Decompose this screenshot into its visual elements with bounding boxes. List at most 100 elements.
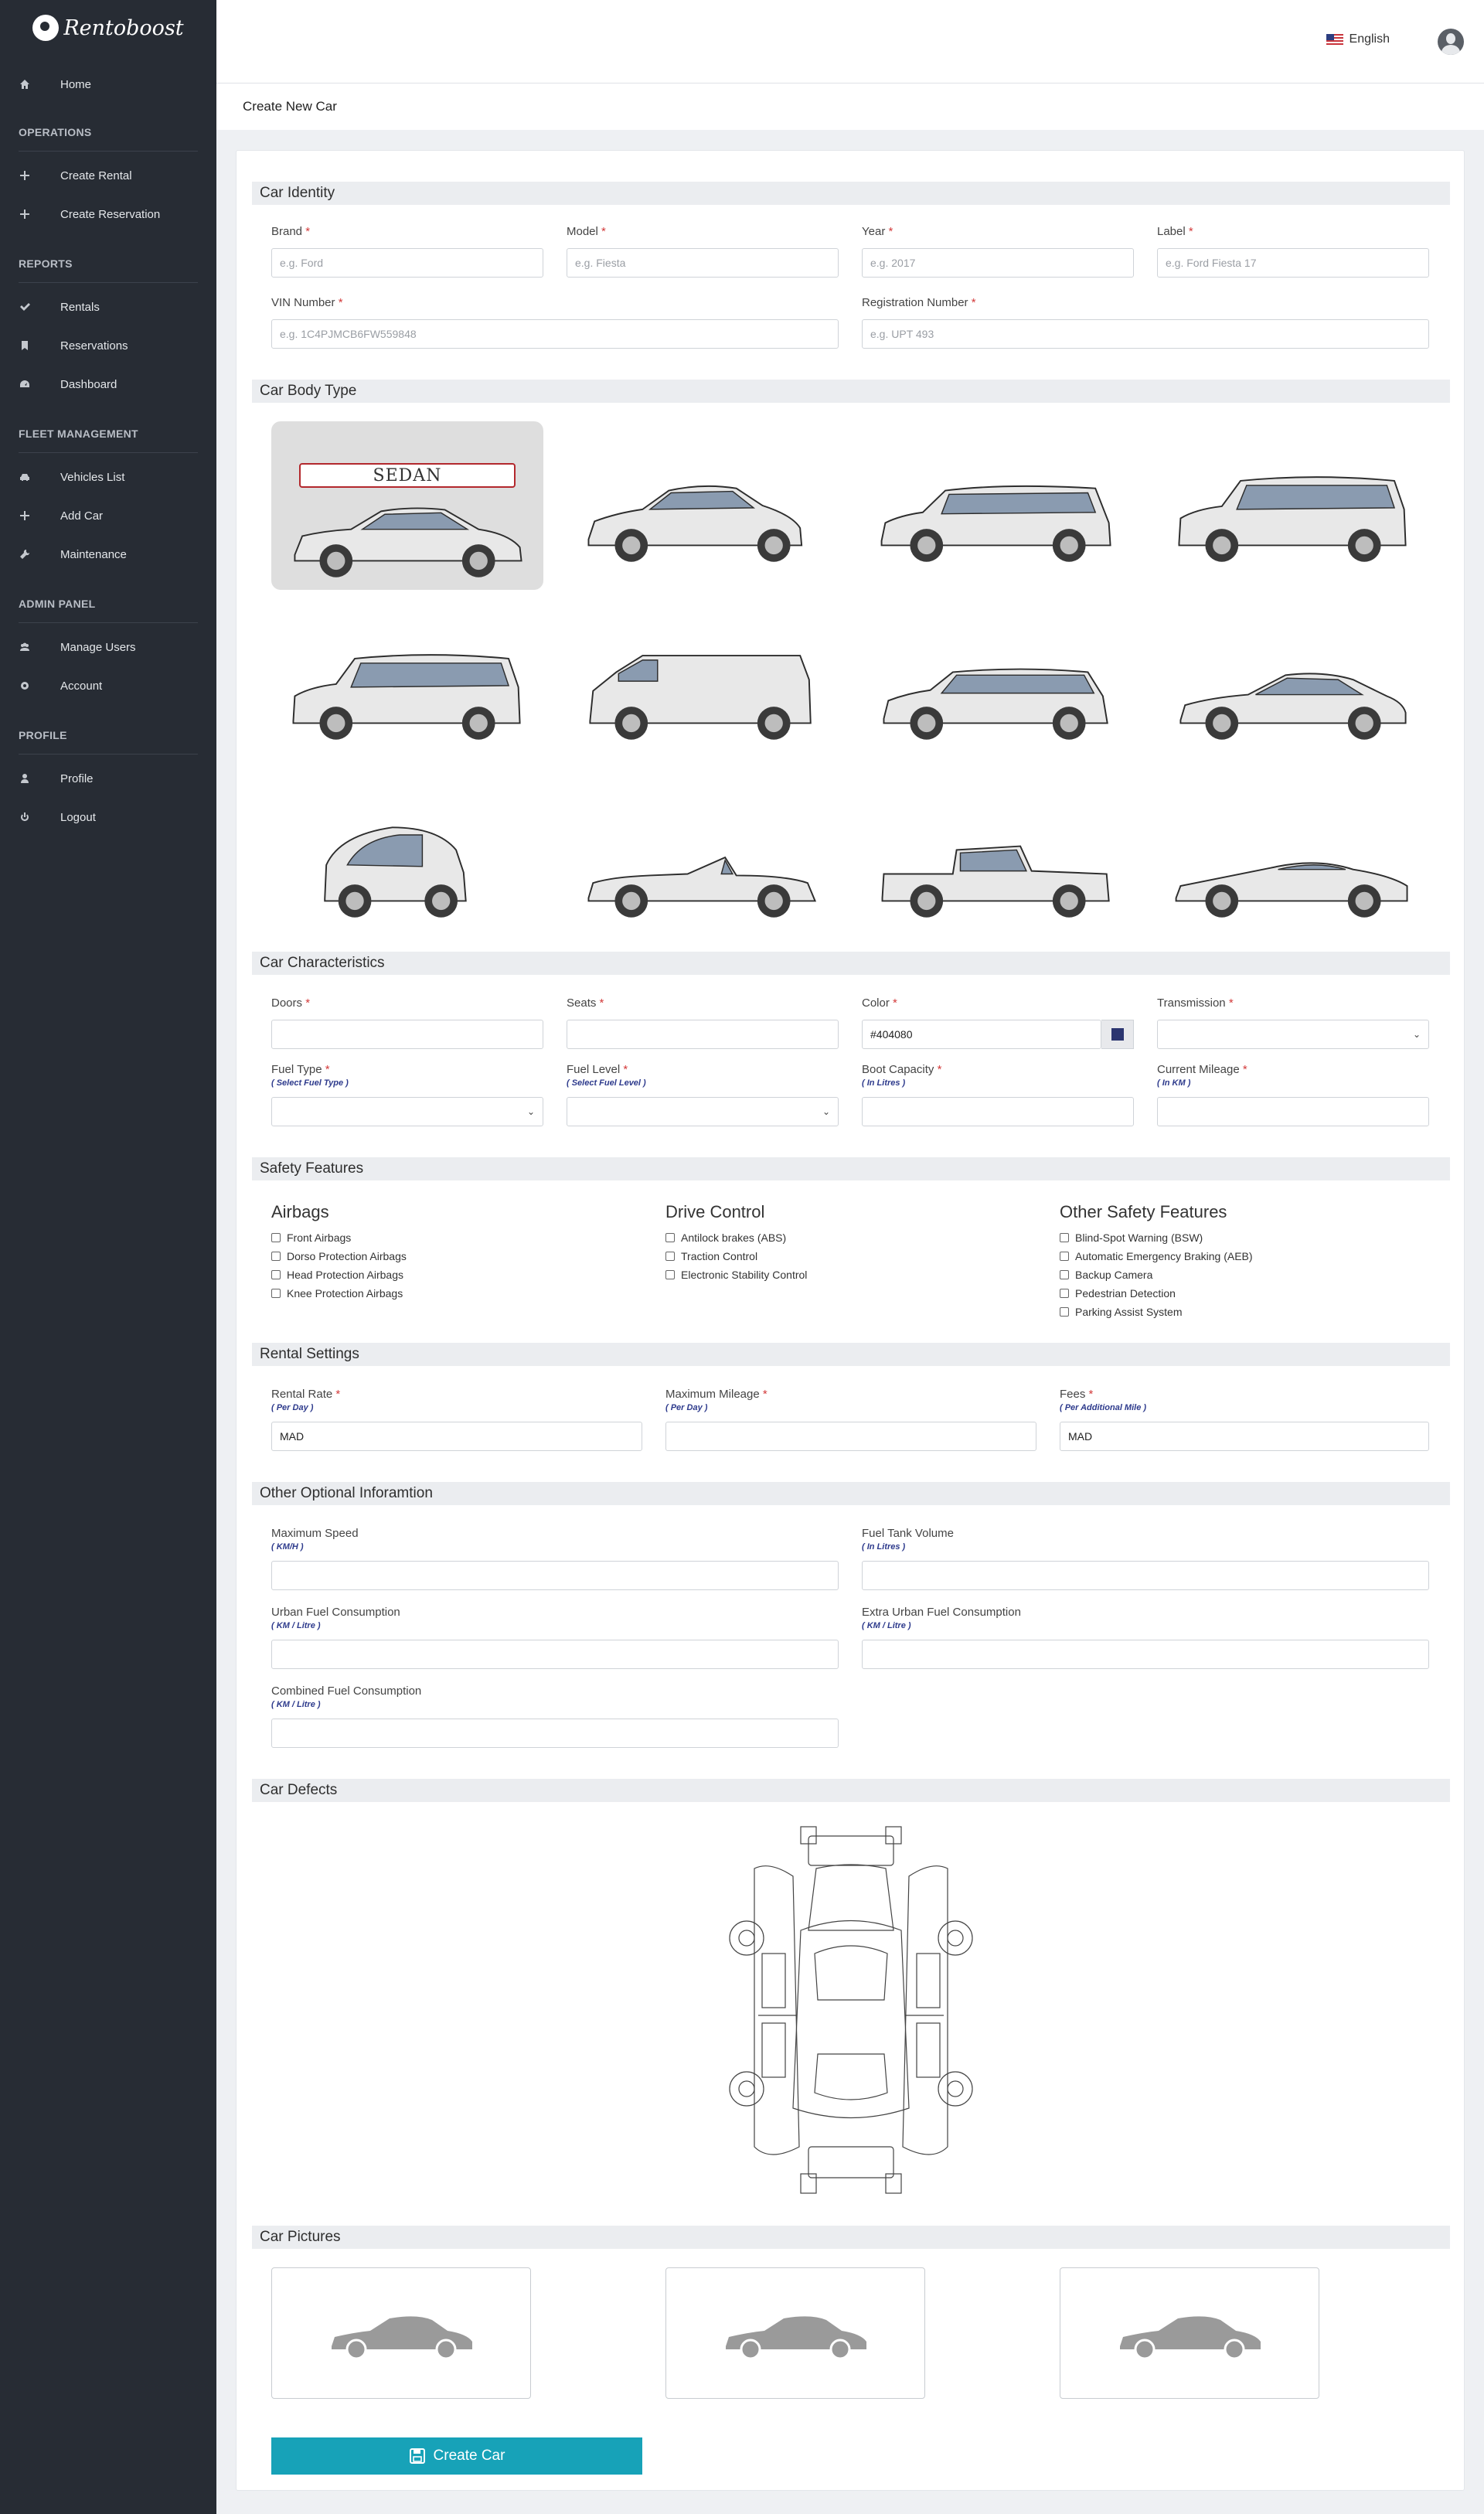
checkbox-icon[interactable] (665, 1252, 675, 1261)
safety-checkbox-drive[interactable]: Electronic Stability Control (665, 1269, 807, 1281)
body-type-convertible[interactable] (567, 777, 839, 945)
safety-checkbox-airbags[interactable]: Knee Protection Airbags (271, 1287, 403, 1300)
checkbox-icon[interactable] (271, 1233, 281, 1242)
app-logo[interactable]: Rentoboost (0, 0, 216, 56)
current-mileage-input[interactable] (1157, 1097, 1429, 1126)
extra-urban-input[interactable] (862, 1640, 1429, 1669)
body-type-coupe[interactable] (1157, 599, 1429, 768)
transmission-select[interactable]: ⌄ (1157, 1020, 1429, 1049)
safety-checkbox-other[interactable]: Automatic Emergency Braking (AEB) (1060, 1250, 1253, 1262)
sidebar-item-dashboard[interactable]: Dashboard (0, 365, 216, 404)
sidebar-item-maintenance[interactable]: Maintenance (0, 535, 216, 574)
safety-checkbox-airbags[interactable]: Front Airbags (271, 1231, 351, 1244)
body-type-city-car[interactable] (271, 777, 543, 945)
checkbox-icon[interactable] (1060, 1233, 1069, 1242)
urban-consumption-input[interactable] (271, 1640, 839, 1669)
create-car-button[interactable]: Create Car (271, 2437, 642, 2475)
van-car-icon (589, 655, 812, 740)
checkbox-icon[interactable] (1060, 1307, 1069, 1317)
fuel-tank-input[interactable] (862, 1561, 1429, 1590)
fees-input[interactable]: MAD (1060, 1422, 1429, 1451)
max-speed-label: Maximum Speed (271, 1527, 359, 1540)
brand-input[interactable]: e.g. Ford (271, 248, 543, 278)
max-mileage-input[interactable] (665, 1422, 1036, 1451)
max-speed-input[interactable] (271, 1561, 839, 1590)
registration-input[interactable]: e.g. UPT 493 (862, 319, 1429, 349)
color-input[interactable]: #404080 (862, 1020, 1101, 1049)
body-type-minivan[interactable] (862, 421, 1134, 590)
required-mark: * (893, 996, 897, 1010)
fuel-level-hint: ( Select Fuel Level ) (567, 1078, 646, 1088)
safety-checkbox-other[interactable]: Pedestrian Detection (1060, 1287, 1176, 1300)
safety-checkbox-drive[interactable]: Antilock brakes (ABS) (665, 1231, 786, 1244)
section-rental-settings: Rental Settings (252, 1343, 1450, 1366)
checkbox-icon[interactable] (271, 1289, 281, 1298)
sidebar-item-label: Maintenance (60, 547, 127, 561)
safety-checkbox-other[interactable]: Blind-Spot Warning (BSW) (1060, 1231, 1203, 1244)
body-type-crossover[interactable] (1157, 421, 1429, 590)
sidebar-item-reservations[interactable]: Reservations (0, 326, 216, 365)
car-label-input[interactable]: e.g. Ford Fiesta 17 (1157, 248, 1429, 278)
safety-checkbox-drive[interactable]: Traction Control (665, 1250, 757, 1262)
language-selector[interactable]: English (1326, 32, 1390, 46)
safety-checkbox-other[interactable]: Backup Camera (1060, 1269, 1152, 1281)
checkbox-label: Blind-Spot Warning (BSW) (1075, 1231, 1203, 1244)
rental-rate-input[interactable]: MAD (271, 1422, 642, 1451)
boot-capacity-input[interactable] (862, 1097, 1134, 1126)
body-type-sedan[interactable]: SEDAN (271, 421, 543, 590)
sidebar-item-account[interactable]: Account (0, 666, 216, 705)
checkbox-icon[interactable] (271, 1252, 281, 1261)
fuel-tank-label: Fuel Tank Volume (862, 1527, 954, 1540)
fuel-tank-hint: ( In Litres ) (862, 1542, 906, 1552)
sidebar-item-add-car[interactable]: Add Car (0, 496, 216, 535)
sidebar-item-manage-users[interactable]: Manage Users (0, 628, 216, 666)
body-type-hatchback[interactable] (567, 421, 839, 590)
fuel-level-select[interactable]: ⌄ (567, 1097, 839, 1126)
body-type-pickup[interactable] (862, 777, 1134, 945)
car-damage-diagram[interactable] (723, 1822, 979, 2201)
checkbox-label: Front Airbags (287, 1231, 352, 1244)
sidebar-item-logout[interactable]: Logout (0, 798, 216, 836)
checkbox-label: Knee Protection Airbags (287, 1287, 403, 1300)
label-text: Maximum Mileage (665, 1388, 760, 1401)
sidebar-item-create-reservation[interactable]: Create Reservation (0, 195, 216, 233)
sidebar: Rentoboost Home OPERATIONS Create Rental C… (0, 0, 216, 2514)
doors-input[interactable] (271, 1020, 543, 1049)
vin-input[interactable]: e.g. 1C4PJMCB6FW559848 (271, 319, 839, 349)
safety-checkbox-airbags[interactable]: Head Protection Airbags (271, 1269, 403, 1281)
body-type-suv[interactable] (271, 599, 543, 768)
model-input[interactable]: e.g. Fiesta (567, 248, 839, 278)
safety-checkbox-airbags[interactable]: Dorso Protection Airbags (271, 1250, 407, 1262)
sidebar-item-home[interactable]: Home (0, 65, 216, 104)
checkbox-icon[interactable] (271, 1270, 281, 1279)
checkbox-icon[interactable] (1060, 1252, 1069, 1261)
checkbox-icon[interactable] (665, 1270, 675, 1279)
car-picture-upload[interactable] (271, 2267, 531, 2399)
fuel-type-select[interactable]: ⌄ (271, 1097, 543, 1126)
car-placeholder-icon (726, 2316, 866, 2360)
checkbox-icon[interactable] (1060, 1270, 1069, 1279)
car-picture-upload[interactable] (1060, 2267, 1319, 2399)
year-input[interactable]: e.g. 2017 (862, 248, 1134, 278)
sidebar-item-rentals[interactable]: Rentals (0, 288, 216, 326)
body-type-van[interactable] (567, 599, 839, 768)
body-type-sports-car[interactable] (1157, 777, 1429, 945)
pickup-car-icon (881, 845, 1110, 918)
checkbox-icon[interactable] (1060, 1289, 1069, 1298)
checkbox-label: Antilock brakes (ABS) (681, 1231, 787, 1244)
sidebar-item-vehicles-list[interactable]: Vehicles List (0, 458, 216, 496)
chevron-down-icon: ⌄ (822, 1106, 830, 1117)
chevron-down-icon: ⌄ (1412, 1029, 1421, 1040)
color-picker-button[interactable] (1101, 1020, 1134, 1049)
seats-input[interactable] (567, 1020, 839, 1049)
sidebar-item-profile[interactable]: Profile (0, 759, 216, 798)
sidebar-item-create-rental[interactable]: Create Rental (0, 156, 216, 195)
car-picture-upload[interactable] (665, 2267, 925, 2399)
combined-consumption-input[interactable] (271, 1719, 839, 1748)
fees-label: Fees * (1060, 1388, 1093, 1401)
avatar[interactable] (1438, 29, 1464, 55)
checkbox-icon[interactable] (665, 1233, 675, 1242)
body-type-wagon[interactable] (862, 599, 1134, 768)
safety-checkbox-other[interactable]: Parking Assist System (1060, 1306, 1183, 1318)
required-mark: * (1242, 1063, 1247, 1076)
